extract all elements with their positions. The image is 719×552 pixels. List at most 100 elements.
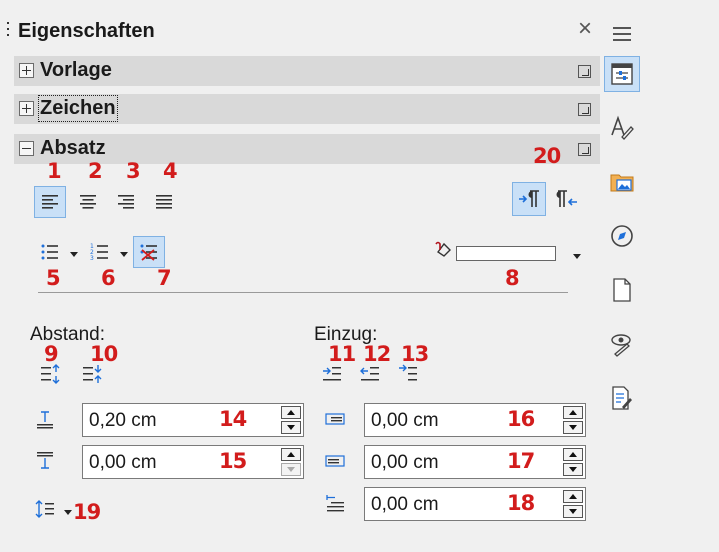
sidebar-window: Eigenschaften × Vorlage Zeichen Absatz 2… [0,0,719,552]
styles-tab-icon [611,115,634,140]
drag-grip-icon[interactable] [6,22,10,40]
decrease-spacing-button[interactable] [78,360,106,388]
paint-bucket-icon[interactable] [434,238,454,263]
align-left-icon [42,195,58,209]
spin-buttons [281,448,301,476]
section-header-vorlage[interactable]: Vorlage [14,56,600,86]
spin-down-button[interactable] [563,463,583,476]
page-tab-icon [613,278,631,302]
more-options-icon[interactable] [578,65,591,78]
indent-after-value[interactable]: 0,00 cm [371,452,439,474]
expand-icon[interactable] [19,101,34,116]
spin-buttons [563,490,583,518]
more-options-icon[interactable] [578,143,591,156]
align-center-button[interactable] [72,186,104,218]
spin-up-button[interactable] [281,448,301,461]
align-left-button[interactable] [34,186,66,218]
tab-properties[interactable] [604,56,640,92]
section-header-zeichen[interactable]: Zeichen [14,94,600,124]
tab-navigator[interactable] [604,218,640,254]
tab-gallery[interactable] [604,164,640,200]
background-color-swatch[interactable] [456,246,556,261]
callout-number: 18 [507,491,535,515]
ordered-list-button[interactable]: 123 [84,236,116,268]
dropdown-arrow-icon[interactable] [70,252,78,257]
first-line-indent-value[interactable]: 0,00 cm [371,494,439,516]
callout-number: 19 [73,500,101,524]
callout-number: 7 [157,266,172,290]
unordered-list-button[interactable] [34,236,66,268]
callout-number: 4 [163,159,178,183]
spin-down-button[interactable] [563,421,583,434]
properties-deck: Eigenschaften × Vorlage Zeichen Absatz 2… [0,0,600,552]
sidebar-tab-bar [600,0,650,552]
spin-up-button[interactable] [563,406,583,419]
spin-buttons [563,406,583,434]
spacing-above-value[interactable]: 0,20 cm [89,410,157,432]
justify-button[interactable] [148,186,180,218]
callout-number: 3 [126,159,141,183]
spin-down-button[interactable] [281,463,301,476]
ordered-list-icon: 123 [90,243,108,261]
hanging-indent-button[interactable] [394,360,422,388]
dropdown-arrow-icon[interactable] [64,510,72,515]
section-label: Vorlage [40,59,112,81]
collapse-icon[interactable] [19,141,34,156]
expand-icon[interactable] [19,63,34,78]
manage-changes-tab-icon [612,386,632,410]
sidebar-menu-icon[interactable] [613,27,631,41]
no-list-icon [140,244,157,261]
rtl-paragraph-button[interactable] [550,182,584,216]
properties-tab-icon [611,63,633,85]
callout-number: 5 [46,266,61,290]
callout-number: 15 [219,449,247,473]
spin-buttons [563,448,583,476]
no-list-button[interactable] [133,236,165,268]
section-label: Zeichen [38,95,118,122]
tab-style-inspector[interactable] [604,326,640,362]
indent-before-field[interactable]: 0,00 cm 16 [364,403,586,437]
dropdown-arrow-icon[interactable] [573,254,581,259]
increase-indent-icon [323,367,341,381]
align-right-button[interactable] [110,186,142,218]
more-options-icon[interactable] [578,103,591,116]
decrease-paragraph-spacing-icon [83,365,102,383]
deck-title: Eigenschaften [18,20,155,42]
section-header-absatz[interactable]: Absatz [14,134,600,164]
section-label: Absatz [40,137,106,159]
callout-number: 1 [47,159,62,183]
line-spacing-icon[interactable] [34,498,56,525]
spin-down-button[interactable] [563,505,583,518]
spacing-below-icon [34,450,56,477]
spin-up-button[interactable] [563,490,583,503]
increase-paragraph-spacing-icon [41,364,60,384]
callout-number: 17 [507,449,535,473]
align-justify-icon [156,195,172,209]
indent-before-value[interactable]: 0,00 cm [371,410,439,432]
spin-up-button[interactable] [563,448,583,461]
spacing-above-field[interactable]: 0,20 cm 14 [82,403,304,437]
spacing-below-field[interactable]: 0,00 cm 15 [82,445,304,479]
separator [38,292,568,293]
increase-spacing-button[interactable] [36,360,64,388]
spin-buttons [281,406,301,434]
callout-number: 14 [219,407,247,431]
ltr-paragraph-button[interactable] [512,182,546,216]
indent-before-icon [324,408,346,435]
decrease-indent-button[interactable] [356,360,384,388]
spin-down-button[interactable] [281,421,301,434]
callout-number: 16 [507,407,535,431]
tab-manage-changes[interactable] [604,380,640,416]
tab-page[interactable] [604,272,640,308]
indent-after-field[interactable]: 0,00 cm 17 [364,445,586,479]
dropdown-arrow-icon[interactable] [120,252,128,257]
tab-styles[interactable] [604,110,640,146]
first-line-indent-field[interactable]: 0,00 cm 18 [364,487,586,521]
spacing-below-value[interactable]: 0,00 cm [89,452,157,474]
increase-indent-button[interactable] [318,360,346,388]
decrease-indent-icon [360,367,379,381]
unordered-list-icon [41,244,58,260]
spin-up-button[interactable] [281,406,301,419]
callout-number: 20 [533,144,561,168]
close-deck-button[interactable]: × [574,15,596,43]
